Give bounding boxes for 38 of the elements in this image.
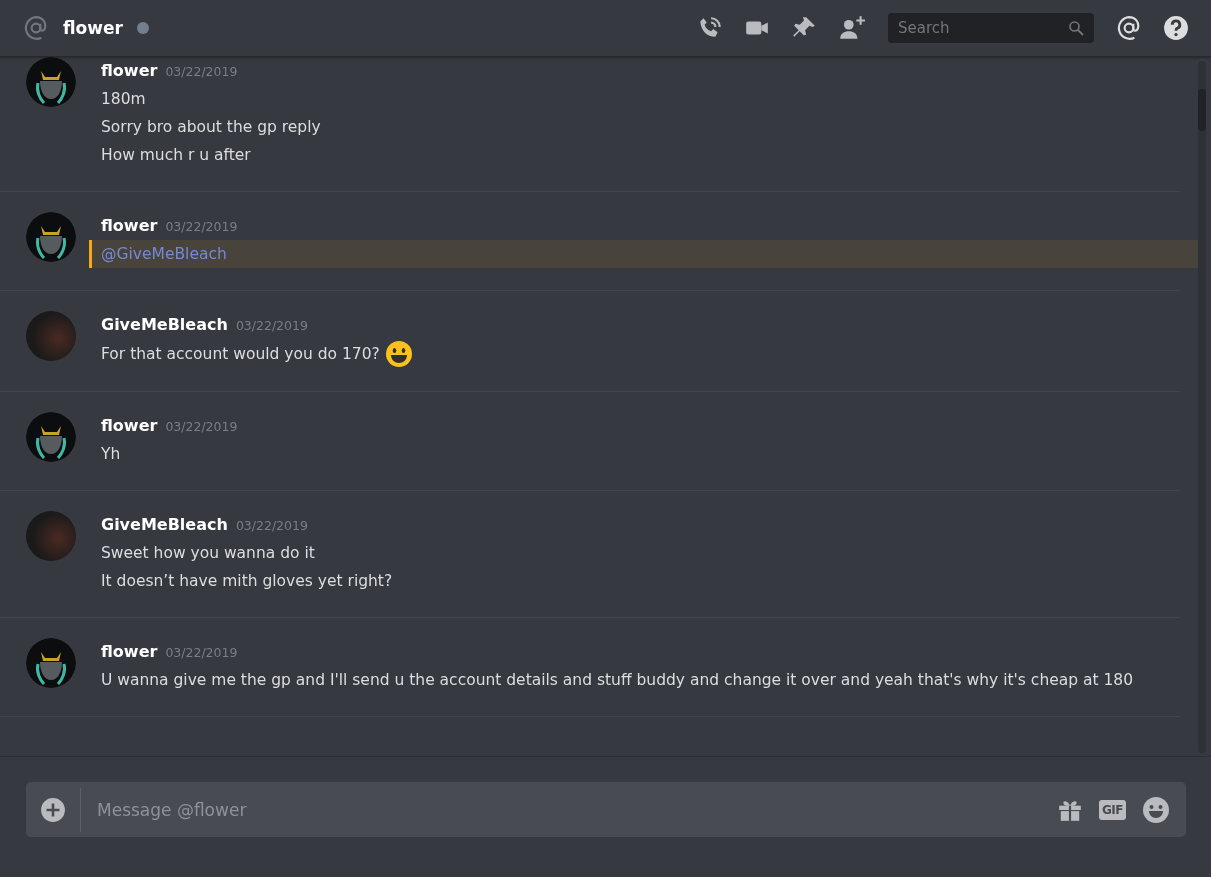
add-friend-icon[interactable] xyxy=(838,15,866,41)
message-text: 180m xyxy=(101,90,146,108)
search-field[interactable]: Search xyxy=(888,13,1094,43)
avatar-artwork[interactable] xyxy=(26,412,76,462)
timestamp: 03/22/2019 xyxy=(165,645,238,660)
timestamp: 03/22/2019 xyxy=(165,219,238,234)
search-icon xyxy=(1068,20,1084,36)
mention-icon[interactable] xyxy=(1116,15,1142,41)
timestamp: 03/22/2019 xyxy=(165,64,238,79)
mention-icon xyxy=(23,15,49,41)
message-text: U wanna give me the gp and I'll send u the account details and stuff buddy and change it over and yeah that's why it's cheap at 180 xyxy=(101,671,1134,689)
timestamp: 03/22/2019 xyxy=(235,318,308,333)
scrollbar[interactable] xyxy=(1198,61,1206,753)
message-field[interactable]: Message @flower GIF xyxy=(26,782,1186,837)
search-input[interactable]: Search xyxy=(896,18,1068,38)
timestamp: 03/22/2019 xyxy=(235,518,308,533)
author-name[interactable]: flower xyxy=(101,642,158,661)
message-text: Yh xyxy=(101,445,121,463)
author-name[interactable]: GiveMeBleach xyxy=(101,515,228,534)
message-text: Sweet how you wanna do it xyxy=(101,544,315,562)
channel-title: flower xyxy=(63,18,123,38)
avatar-artwork[interactable] xyxy=(26,212,76,262)
gif-button[interactable]: GIF xyxy=(1099,799,1126,820)
message-text: How much r u after xyxy=(101,146,251,164)
add-attachment-icon[interactable] xyxy=(40,796,66,823)
message-text: For that account would you do 170? xyxy=(101,345,380,363)
message-text: Sorry bro about the gp reply xyxy=(101,118,321,136)
message-input[interactable]: Message @flower xyxy=(95,798,1043,821)
avatar-artwork[interactable] xyxy=(26,57,76,107)
author-name[interactable]: flower xyxy=(101,416,158,435)
emoji-icon[interactable] xyxy=(1142,795,1170,824)
author-name[interactable]: GiveMeBleach xyxy=(101,315,228,334)
message-text: It doesn’t have mith gloves yet right? xyxy=(101,572,393,590)
avatar-artwork[interactable] xyxy=(26,638,76,688)
help-icon[interactable] xyxy=(1163,15,1189,41)
author-name[interactable]: flower xyxy=(101,216,158,235)
timestamp: 03/22/2019 xyxy=(165,419,238,434)
author-name[interactable]: flower xyxy=(101,61,158,80)
